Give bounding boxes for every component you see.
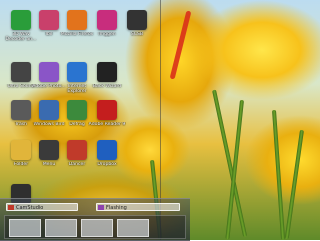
- ultrasound-icon: [11, 62, 31, 82]
- folder-icon: [11, 140, 31, 160]
- taskbar-window-camstudio[interactable]: CamStudio: [6, 203, 78, 211]
- dropbox-icon: [97, 140, 117, 160]
- desktop-icon[interactable]: SCSB: [118, 10, 156, 50]
- dancer-icon: [67, 140, 87, 160]
- scsb-icon: [127, 10, 147, 30]
- window-thumbnail[interactable]: [9, 219, 41, 237]
- adobe-reader-icon: [97, 100, 117, 120]
- tulip-stem: [272, 109, 286, 240]
- desktop-icon-label: Back Wizard: [92, 84, 122, 89]
- bird-icon: [39, 100, 59, 120]
- desktop-icon-label: SCSB: [130, 32, 144, 37]
- desktop-icon[interactable]: Back Wizard: [88, 62, 126, 102]
- flash-icon: [98, 205, 104, 210]
- desktop-icon[interactable]: Adobe Reader 9: [88, 100, 126, 140]
- menu-icon: [39, 140, 59, 160]
- window-thumbnail[interactable]: [45, 219, 77, 237]
- defrag-icon: [67, 100, 87, 120]
- desktop-icon-label: Adobe Reader 9: [88, 122, 126, 127]
- taskbar-window-label: Flashing: [106, 205, 127, 211]
- desktop-icon-label: Dropbox: [97, 162, 117, 167]
- imggen-icon: [97, 10, 117, 30]
- tulip-stem: [284, 129, 304, 240]
- firefox-icon: [67, 10, 87, 30]
- paint-icon: [39, 62, 59, 82]
- trash-icon: [11, 100, 31, 120]
- window-thumbnail[interactable]: [117, 219, 149, 237]
- wav-decoder-icon: [11, 10, 31, 30]
- desktop-icon[interactable]: Dropbox: [88, 140, 126, 180]
- back-icon: [97, 62, 117, 82]
- taskbar: CamStudio Flashing: [0, 198, 190, 241]
- red-petal-streak: [169, 10, 192, 80]
- taskbar-window-flashing[interactable]: Flashing: [96, 203, 180, 211]
- window-thumbnail-strip: [4, 215, 186, 239]
- ibil-icon: [39, 10, 59, 30]
- camstudio-icon: [8, 205, 14, 210]
- window-thumbnail[interactable]: [81, 219, 113, 237]
- taskbar-window-label: CamStudio: [16, 205, 44, 211]
- ie-icon: [67, 62, 87, 82]
